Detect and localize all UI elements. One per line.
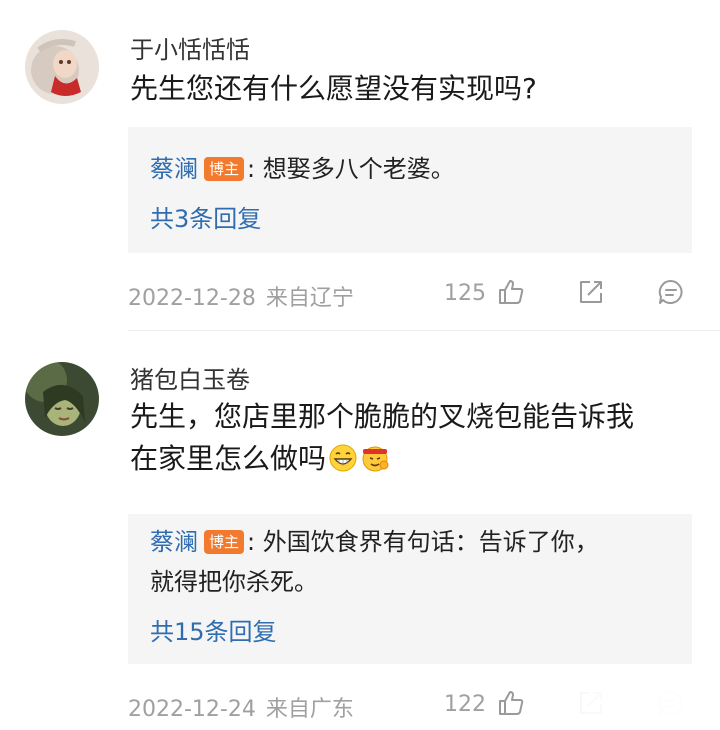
- reply-text: : 外国饮食界有句话：告诉了你，: [247, 528, 599, 556]
- reply-author[interactable]: 蔡澜: [150, 528, 198, 556]
- more-replies-link[interactable]: 共15条回复: [150, 612, 277, 647]
- blogger-badge: 博主: [204, 157, 245, 181]
- share-icon[interactable]: [577, 278, 605, 306]
- comment-username[interactable]: 猪包白玉卷: [130, 360, 250, 395]
- more-replies-link[interactable]: 共3条回复: [150, 199, 261, 234]
- reply-line: 就得把你杀死。: [150, 568, 318, 596]
- like-count: 122: [444, 692, 486, 717]
- avatar-image: [25, 30, 99, 104]
- avatar[interactable]: [25, 362, 99, 436]
- comment-location: 来自辽宁: [265, 286, 354, 311]
- comment-meta: 2022-12-24 来自广东: [128, 691, 354, 723]
- comment-1: 于小恬恬恬 先生您还有什么愿望没有实现吗? 蔡澜 博主: 想娶多八个老婆。 共3条…: [0, 0, 720, 330]
- comment-text-line: 先生，您店里那个脆脆的叉烧包能告诉我: [130, 400, 635, 433]
- avatar-image: [25, 362, 99, 436]
- comment-username[interactable]: 于小恬恬恬: [130, 30, 250, 65]
- avatar[interactable]: [25, 30, 99, 104]
- comment-date: 2022-12-24: [128, 697, 256, 722]
- comment-text-line: 在家里怎么做吗: [130, 438, 690, 480]
- comment-text: 先生，您店里那个脆脆的叉烧包能告诉我 在家里怎么做吗: [130, 396, 690, 480]
- fighting-emoji-icon: [362, 446, 389, 472]
- like-count: 125: [444, 281, 486, 306]
- reply-line: 蔡澜 博主: 想娶多八个老婆。: [150, 149, 670, 189]
- comment-location: 来自广东: [265, 697, 354, 722]
- thumbs-up-icon[interactable]: [497, 278, 525, 306]
- comment-text: 先生您还有什么愿望没有实现吗?: [130, 72, 537, 105]
- comment-meta: 2022-12-28 来自辽宁: [128, 280, 354, 312]
- reply-box[interactable]: 蔡澜 博主: 想娶多八个老婆。 共3条回复: [128, 127, 692, 253]
- thumbs-up-icon[interactable]: [497, 689, 525, 717]
- reply-author[interactable]: 蔡澜: [150, 155, 198, 183]
- reply-text: : 想娶多八个老婆。: [247, 155, 455, 183]
- blogger-badge: 博主: [204, 530, 245, 554]
- comment-icon[interactable]: [657, 278, 685, 306]
- grinning-emoji-icon: [329, 444, 357, 472]
- comment-2: 猪包白玉卷 先生，您店里那个脆脆的叉烧包能告诉我 在家里怎么做吗 蔡澜 博主: 外…: [0, 330, 720, 730]
- reply-line: 蔡澜 博主: 外国饮食界有句话：告诉了你，: [150, 522, 670, 562]
- comment-text-segment: 在家里怎么做吗: [130, 442, 327, 475]
- watermark-overlay: [528, 686, 720, 720]
- reply-box[interactable]: 蔡澜 博主: 外国饮食界有句话：告诉了你， 就得把你杀死。 共15条回复: [128, 514, 692, 664]
- comment-date: 2022-12-28: [128, 286, 256, 311]
